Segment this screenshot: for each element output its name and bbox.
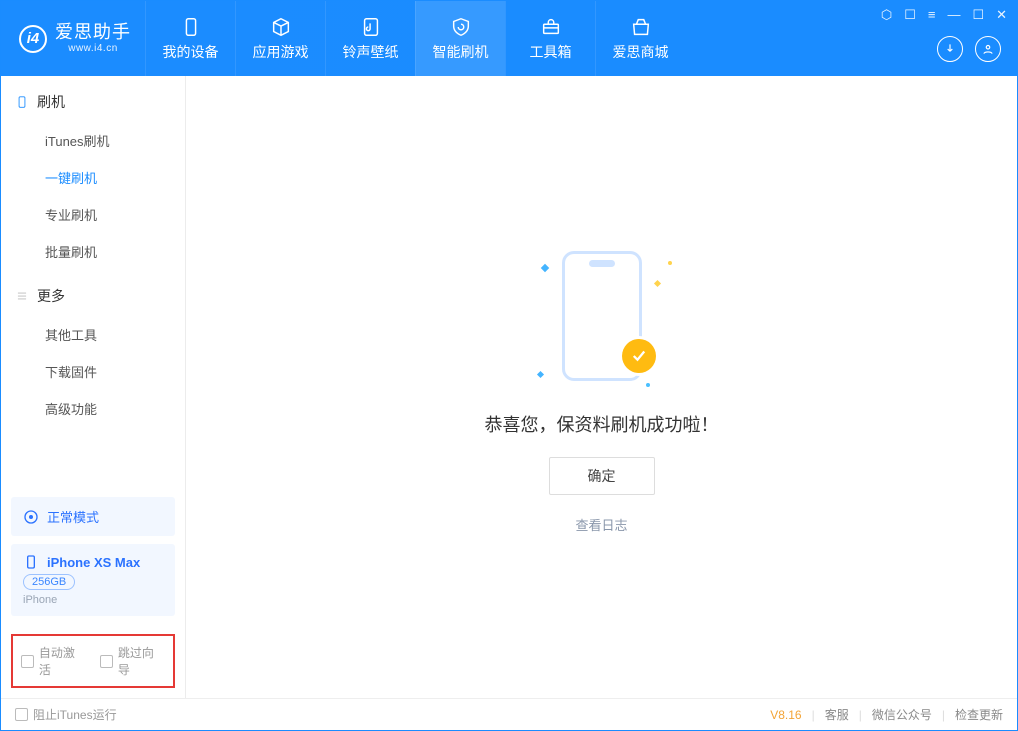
user-button[interactable] xyxy=(975,36,1001,62)
cube-icon xyxy=(270,16,292,38)
checkmark-badge-icon xyxy=(622,339,656,373)
checkbox-skip-guide[interactable]: 跳过向导 xyxy=(100,644,165,678)
device-box[interactable]: iPhone XS Max 256GB iPhone xyxy=(11,544,175,616)
footer-link-update[interactable]: 检查更新 xyxy=(955,706,1003,723)
device-icon xyxy=(180,16,202,38)
header-tabs: 我的设备 应用游戏 铃声壁纸 智能刷机 工具箱 爱思商城 xyxy=(145,1,685,76)
app-url: www.i4.cn xyxy=(55,43,131,54)
device-small-icon xyxy=(23,554,39,570)
group-title: 刷机 xyxy=(37,92,65,112)
tab-store[interactable]: 爱思商城 xyxy=(595,1,685,76)
main-area: 恭喜您，保资料刷机成功啦！ 确定 查看日志 xyxy=(186,76,1017,698)
sidebar: 刷机 iTunes刷机 一键刷机 专业刷机 批量刷机 更多 其他工具 下载固件 … xyxy=(1,76,186,698)
sidebar-group-flash: 刷机 xyxy=(1,76,185,122)
footer-link-wechat[interactable]: 微信公众号 xyxy=(872,706,932,723)
footer-link-support[interactable]: 客服 xyxy=(825,706,849,723)
ok-button[interactable]: 确定 xyxy=(549,457,655,495)
sidebar-item-batch-flash[interactable]: 批量刷机 xyxy=(1,233,185,270)
result-message: 恭喜您，保资料刷机成功啦！ xyxy=(485,411,719,437)
tab-apps-games[interactable]: 应用游戏 xyxy=(235,1,325,76)
checkbox-label: 跳过向导 xyxy=(118,644,165,678)
checkbox-label: 自动激活 xyxy=(39,644,86,678)
checkbox-block-itunes[interactable]: 阻止iTunes运行 xyxy=(15,706,117,723)
tab-label: 智能刷机 xyxy=(433,42,489,62)
tab-smart-flash[interactable]: 智能刷机 xyxy=(415,1,505,76)
tab-label: 工具箱 xyxy=(530,42,572,62)
device-type: iPhone xyxy=(23,594,163,606)
tab-label: 应用游戏 xyxy=(253,42,309,62)
checkbox-icon xyxy=(15,708,28,721)
menu-icon[interactable]: ≡ xyxy=(928,7,936,23)
tab-label: 爱思商城 xyxy=(613,42,669,62)
shield-refresh-icon xyxy=(450,16,472,38)
minimize-button[interactable]: — xyxy=(947,7,960,23)
toolbox-icon xyxy=(540,16,562,38)
app-logo: i4 爱思助手 www.i4.cn xyxy=(1,1,145,76)
shirt-icon[interactable]: ⬡ xyxy=(881,7,892,23)
sidebar-item-oneclick-flash[interactable]: 一键刷机 xyxy=(1,159,185,196)
close-button[interactable]: ✕ xyxy=(996,7,1007,23)
sidebar-item-other-tools[interactable]: 其他工具 xyxy=(1,316,185,353)
download-button[interactable] xyxy=(937,36,963,62)
tab-ringtone-wallpaper[interactable]: 铃声壁纸 xyxy=(325,1,415,76)
list-icon xyxy=(15,289,29,303)
sidebar-group-more: 更多 xyxy=(1,270,185,316)
flash-result: 恭喜您，保资料刷机成功啦！ 确定 查看日志 xyxy=(485,241,719,534)
window-controls: ⬡ ☐ ≡ — ☐ ✕ xyxy=(881,7,1007,23)
app-frame: i4 爱思助手 www.i4.cn 我的设备 应用游戏 铃声壁纸 智能刷机 xyxy=(0,0,1018,731)
header: i4 爱思助手 www.i4.cn 我的设备 应用游戏 铃声壁纸 智能刷机 xyxy=(1,1,1017,76)
flash-options-highlight: 自动激活 跳过向导 xyxy=(11,634,175,688)
checkbox-label: 阻止iTunes运行 xyxy=(33,706,117,723)
version-label: V8.16 xyxy=(770,708,801,722)
app-name: 爱思助手 xyxy=(55,23,131,43)
device-name: iPhone XS Max xyxy=(47,555,140,570)
lock-icon[interactable]: ☐ xyxy=(904,7,916,23)
checkbox-auto-activate[interactable]: 自动激活 xyxy=(21,644,86,678)
view-log-link[interactable]: 查看日志 xyxy=(575,515,627,534)
body: 刷机 iTunes刷机 一键刷机 专业刷机 批量刷机 更多 其他工具 下载固件 … xyxy=(1,76,1017,698)
group-title: 更多 xyxy=(37,286,65,306)
mode-box[interactable]: 正常模式 xyxy=(11,497,175,536)
mode-icon xyxy=(23,509,39,525)
sidebar-item-download-firmware[interactable]: 下载固件 xyxy=(1,353,185,390)
music-icon xyxy=(360,16,382,38)
tab-toolbox[interactable]: 工具箱 xyxy=(505,1,595,76)
store-icon xyxy=(630,16,652,38)
checkbox-icon xyxy=(21,655,34,668)
mode-label: 正常模式 xyxy=(47,507,99,526)
phone-small-icon xyxy=(15,95,29,109)
tab-my-device[interactable]: 我的设备 xyxy=(145,1,235,76)
checkbox-icon xyxy=(100,655,113,668)
tab-label: 我的设备 xyxy=(163,42,219,62)
sidebar-item-itunes-flash[interactable]: iTunes刷机 xyxy=(1,122,185,159)
header-right: ⬡ ☐ ≡ — ☐ ✕ xyxy=(871,1,1017,76)
sidebar-item-pro-flash[interactable]: 专业刷机 xyxy=(1,196,185,233)
footer-links: V8.16 | 客服 | 微信公众号 | 检查更新 xyxy=(770,706,1003,723)
success-illustration xyxy=(502,241,702,391)
footer: 阻止iTunes运行 V8.16 | 客服 | 微信公众号 | 检查更新 xyxy=(1,698,1017,730)
device-storage: 256GB xyxy=(23,574,75,590)
maximize-button[interactable]: ☐ xyxy=(972,7,984,23)
logo-icon: i4 xyxy=(19,25,47,53)
tab-label: 铃声壁纸 xyxy=(343,42,399,62)
sidebar-item-advanced[interactable]: 高级功能 xyxy=(1,390,185,427)
